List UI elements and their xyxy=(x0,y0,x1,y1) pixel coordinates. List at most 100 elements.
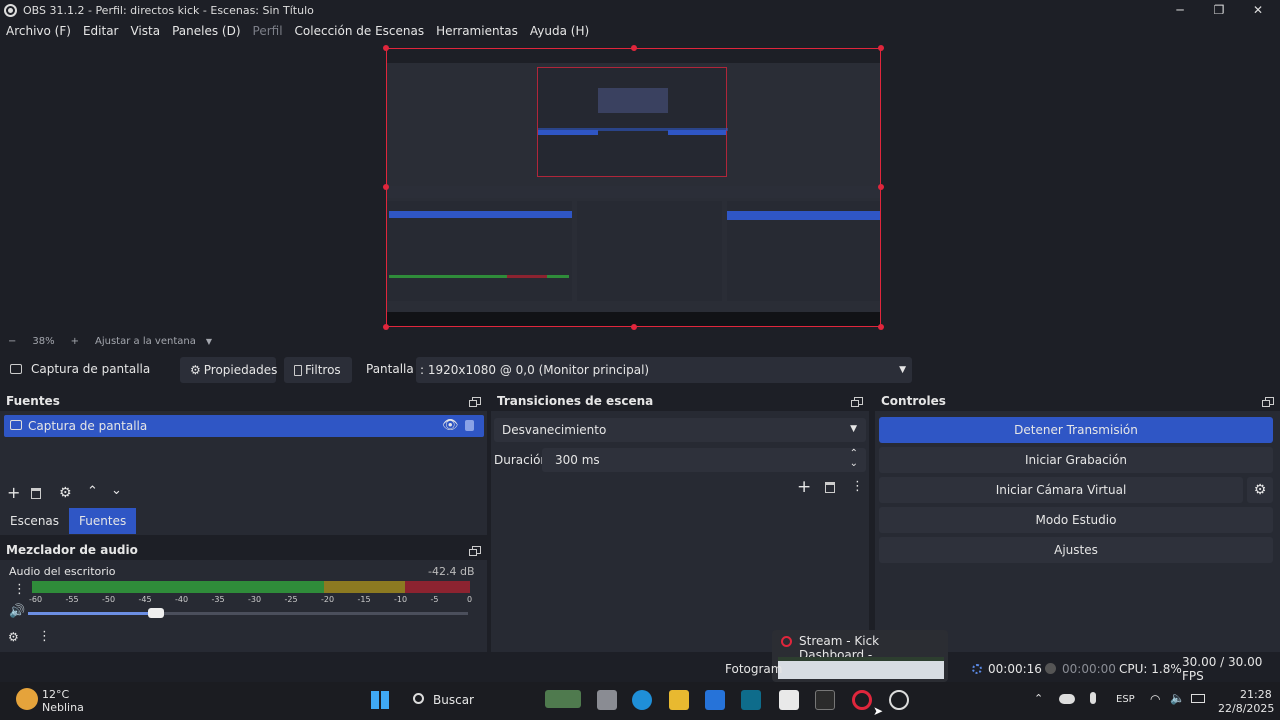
keyboard-language[interactable]: ESP xyxy=(1116,694,1135,705)
source-properties-button[interactable]: ⚙ xyxy=(59,485,72,501)
undock-icon[interactable] xyxy=(469,546,481,556)
menu-docks[interactable]: Paneles (D) xyxy=(172,24,240,38)
source-list-item[interactable]: Captura de pantalla 👁 xyxy=(4,415,484,437)
zoom-out-button[interactable]: − xyxy=(8,336,16,347)
close-button[interactable]: ✕ xyxy=(1238,0,1278,20)
virtual-camera-settings-button[interactable]: ⚙ xyxy=(1247,477,1273,503)
menu-bar: Archivo (F) Editar Vista Paneles (D) Per… xyxy=(0,20,1280,42)
menu-help[interactable]: Ayuda (H) xyxy=(530,24,589,38)
properties-button[interactable]: ⚙ Propiedades xyxy=(180,357,277,383)
zoom-in-button[interactable]: + xyxy=(71,336,79,347)
zoom-fit-select[interactable]: Ajustar a la ventana ▼ xyxy=(95,336,212,347)
add-source-button[interactable]: + xyxy=(7,483,20,502)
edge-icon[interactable] xyxy=(632,690,652,710)
kebab-menu-icon[interactable]: ⋮ xyxy=(13,582,26,597)
eye-icon[interactable]: 👁 xyxy=(442,418,459,433)
battery-icon[interactable] xyxy=(1191,694,1205,703)
minimize-button[interactable]: ─ xyxy=(1160,0,1200,20)
duration-value: 300 ms xyxy=(555,453,600,467)
clock-time[interactable]: 21:28 xyxy=(1240,688,1272,701)
controls-dock-title: Controles xyxy=(881,394,946,408)
move-down-button[interactable]: ⌄ xyxy=(111,483,122,498)
taskbar-search[interactable]: Buscar xyxy=(405,688,583,712)
menu-view[interactable]: Vista xyxy=(130,24,160,38)
controls-dock-header: Controles xyxy=(875,391,1280,411)
remove-source-button[interactable] xyxy=(31,488,41,499)
move-up-button[interactable]: ⌃ xyxy=(87,484,98,499)
stop-stream-button[interactable]: Detener Transmisión xyxy=(879,417,1273,443)
volume-icon[interactable]: 🔈 xyxy=(1170,691,1185,705)
settings-button[interactable]: Ajustes xyxy=(879,537,1273,563)
tab-scenes[interactable]: Escenas xyxy=(0,508,69,534)
tab-sources[interactable]: Fuentes xyxy=(69,508,137,534)
transitions-dock-title: Transiciones de escena xyxy=(497,394,654,408)
opera-icon[interactable] xyxy=(852,690,872,710)
display-select[interactable]: : 1920x1080 @ 0,0 (Monitor principal) ▼ xyxy=(416,357,912,383)
sources-toolbar: + ⚙ ⌃ ⌄ xyxy=(0,483,487,505)
chevron-down-icon: ▼ xyxy=(205,336,212,346)
duration-spinbox[interactable]: 300 ms ⌃ ⌄ xyxy=(542,448,866,472)
cpu-usage: CPU: 1.8% xyxy=(1119,662,1182,676)
start-virtual-camera-button[interactable]: Iniciar Cámara Virtual xyxy=(879,477,1243,503)
meter-scale-label: -40 xyxy=(175,595,189,604)
volume-slider[interactable] xyxy=(28,608,468,618)
app-icon[interactable] xyxy=(741,690,761,710)
search-label: Buscar xyxy=(433,693,474,707)
clock-date[interactable]: 22/8/2025 xyxy=(1218,702,1274,715)
undock-icon[interactable] xyxy=(1262,397,1274,407)
undock-icon[interactable] xyxy=(469,397,481,407)
weather-icon[interactable] xyxy=(16,688,38,710)
stream-status-icon xyxy=(972,664,982,674)
filters-label: Filtros xyxy=(305,363,341,377)
dropbox-icon[interactable] xyxy=(705,690,725,710)
obs-logo-icon xyxy=(4,3,17,17)
transition-select[interactable]: Desvanecimiento ▼ xyxy=(494,418,866,442)
undock-icon[interactable] xyxy=(851,397,863,407)
windows-start-icon[interactable] xyxy=(371,691,389,709)
speaker-icon[interactable]: 🔊 xyxy=(9,604,25,619)
preview-mini-controls xyxy=(727,201,880,301)
epic-games-icon[interactable] xyxy=(815,690,835,710)
mixer-menu-icon[interactable]: ⋮ xyxy=(38,629,51,644)
microphone-icon[interactable] xyxy=(1090,692,1096,704)
menu-edit[interactable]: Editar xyxy=(83,24,119,38)
wifi-icon[interactable]: ◠ xyxy=(1150,692,1160,706)
menu-profile[interactable]: Perfil xyxy=(253,24,283,38)
controls-dock: Controles Detener Transmisión Iniciar Gr… xyxy=(875,391,1280,652)
menu-tools[interactable]: Herramientas xyxy=(436,24,518,38)
zoom-fit-label: Ajustar a la ventana xyxy=(95,335,196,347)
preview-canvas[interactable] xyxy=(386,48,881,327)
lock-icon[interactable] xyxy=(465,420,474,431)
studio-mode-button[interactable]: Modo Estudio xyxy=(879,507,1273,533)
selected-source-name: Captura de pantalla xyxy=(31,362,151,376)
dock-tabs: Escenas Fuentes xyxy=(0,508,487,534)
preview-mini-titlebar xyxy=(387,49,880,63)
start-recording-button[interactable]: Iniciar Grabación xyxy=(879,447,1273,473)
chevron-down-icon: ▼ xyxy=(850,424,857,434)
spin-down-icon[interactable]: ⌄ xyxy=(850,458,858,469)
obs-icon[interactable] xyxy=(889,690,909,710)
transition-menu-icon[interactable]: ⋮ xyxy=(851,479,864,494)
store-icon[interactable] xyxy=(779,690,799,710)
maximize-button[interactable]: ❐ xyxy=(1199,0,1239,20)
transition-value: Desvanecimiento xyxy=(502,423,607,437)
status-bar: Fotogram 00:00:16 00:00:00 CPU: 1.8% 30.… xyxy=(0,655,1280,683)
advanced-audio-settings-icon[interactable]: ⚙ xyxy=(8,630,19,644)
menu-scene-collection[interactable]: Colección de Escenas xyxy=(295,24,425,38)
audio-mixer-header: Mezclador de audio xyxy=(0,540,487,560)
file-explorer-icon[interactable] xyxy=(669,690,689,710)
stream-time: 00:00:16 xyxy=(988,662,1042,676)
cloud-icon[interactable] xyxy=(1059,694,1075,704)
preview-mini-transitions xyxy=(577,201,722,301)
filters-button[interactable]: Filtros xyxy=(284,357,352,383)
opera-icon xyxy=(781,636,792,647)
remove-transition-button[interactable] xyxy=(825,482,835,493)
add-transition-button[interactable]: + xyxy=(797,477,811,497)
monitor-icon xyxy=(10,364,22,374)
menu-file[interactable]: Archivo (F) xyxy=(6,24,71,38)
transitions-dock: Transiciones de escena Desvanecimiento ▼… xyxy=(491,391,869,652)
chevron-up-icon[interactable]: ⌃ xyxy=(1034,692,1043,705)
audio-meter-scale: -60 -55 -50 -45 -40 -35 -30 -25 -20 -15 -10 -5 0 xyxy=(29,595,473,605)
title-bar: OBS 31.1.2 - Perfil: directos kick - Esc… xyxy=(0,0,1280,20)
task-view-icon[interactable] xyxy=(597,690,617,710)
